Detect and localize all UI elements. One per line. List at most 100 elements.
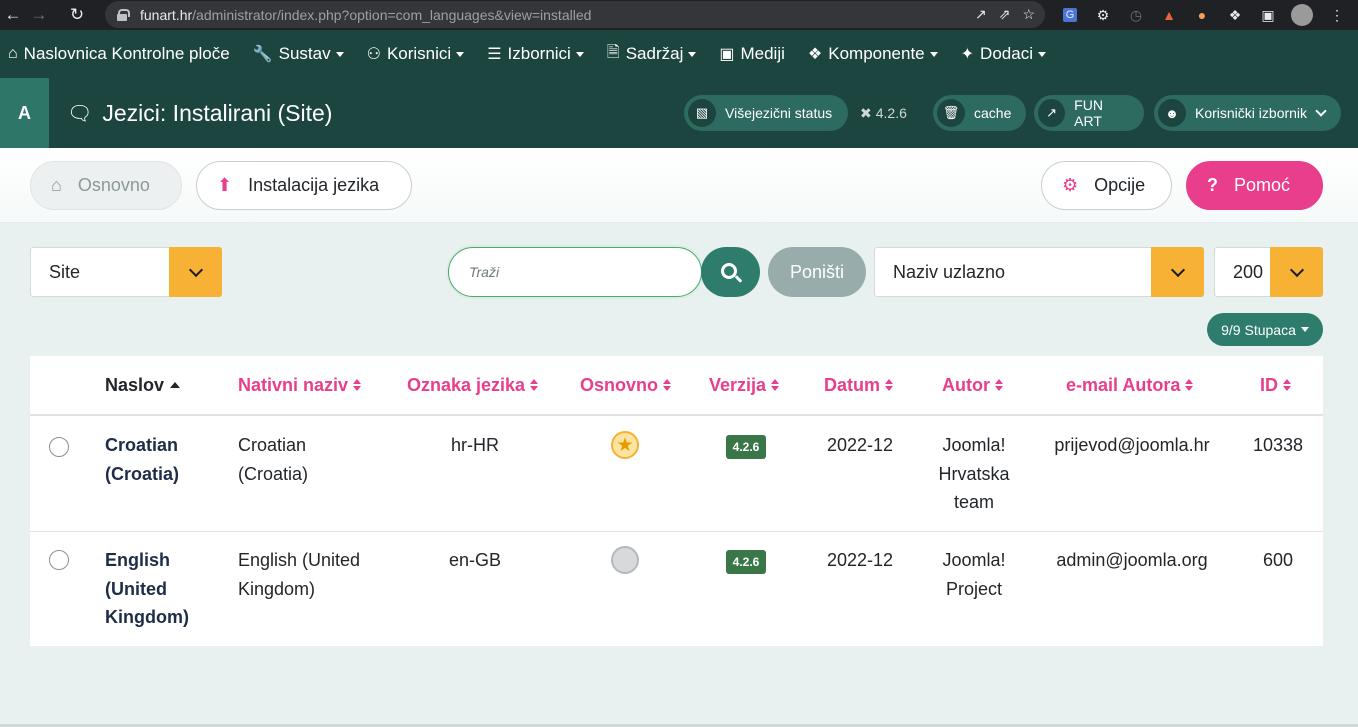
view-site-button[interactable]: ↗ FUN ART xyxy=(1034,95,1144,131)
table-row: English (United Kingdom) English (United… xyxy=(30,532,1323,646)
date-value: 2022-12 xyxy=(826,435,894,455)
search-icon xyxy=(721,262,737,279)
table-header: Naslov Nativni naziv Oznaka jezika Osnov… xyxy=(30,356,1323,416)
col-osnovno[interactable]: Osnovno xyxy=(580,356,672,414)
back-icon[interactable]: ← xyxy=(0,0,26,30)
reload-icon[interactable]: ↻ xyxy=(64,0,90,30)
settings-extension-icon[interactable]: ⚙ xyxy=(1091,3,1115,27)
help-button[interactable]: ? Pomoć xyxy=(1186,161,1323,210)
reset-button[interactable]: Poništi xyxy=(768,247,866,297)
sort-icon xyxy=(1185,379,1194,391)
menu-system[interactable]: 🔧 Sustav xyxy=(253,44,344,64)
caret-down-icon xyxy=(456,51,465,57)
col-oznaka-jezika[interactable]: Oznaka jezika xyxy=(407,356,539,414)
limit-select[interactable]: 200 xyxy=(1214,247,1323,297)
lock-icon xyxy=(117,8,130,21)
forward-icon[interactable]: → xyxy=(26,0,52,30)
puzzle-extensions-icon[interactable]: ❖ xyxy=(1223,3,1247,27)
browser-toolbar: ← → ↻ funart.hr/administrator/index.php?… xyxy=(0,0,1358,30)
col-email-autora[interactable]: e-mail Autora xyxy=(1066,356,1194,414)
chevron-down-icon xyxy=(1170,262,1185,277)
search-button[interactable] xyxy=(701,247,760,297)
external-link-icon: ↗ xyxy=(1038,99,1066,127)
browser-menu-icon[interactable]: ⋮ xyxy=(1325,3,1349,27)
share-icon[interactable]: ⇗ xyxy=(999,6,1011,23)
caret-down-icon xyxy=(335,51,344,57)
user-icon: ☻ xyxy=(1158,99,1186,127)
extension-icon[interactable]: ▲ xyxy=(1157,3,1181,27)
set-default-circle-icon[interactable] xyxy=(611,546,639,574)
set-default-button[interactable]: ⌂ Osnovno xyxy=(30,161,182,210)
joomla-logo-icon[interactable]: А xyxy=(0,78,49,148)
options-button[interactable]: ⚙ Opcije xyxy=(1041,161,1172,210)
page-header: А 🗨 Jezici: Instalirani (Site) ▧ Višejez… xyxy=(0,78,1358,148)
sort-select[interactable]: Naziv uzlazno xyxy=(874,247,1204,297)
dropdown-toggle[interactable] xyxy=(169,247,222,297)
sort-icon xyxy=(995,379,1004,391)
author-value: Joomla! Project xyxy=(942,550,1006,599)
dropdown-toggle[interactable] xyxy=(1270,247,1323,297)
clear-cache-button[interactable]: 🗑 cache xyxy=(933,95,1026,131)
client-select[interactable]: Site xyxy=(30,247,222,297)
home-icon: ⌂ xyxy=(51,175,62,195)
chevron-down-icon xyxy=(1289,262,1304,277)
address-bar[interactable]: funart.hr/administrator/index.php?option… xyxy=(105,1,1045,28)
language-icon: ▧ xyxy=(688,99,716,127)
search-field[interactable] xyxy=(448,247,702,297)
main-menu: ⌂ Naslovnica Kontrolne ploče 🔧 Sustav ⚇ Kor… xyxy=(0,30,1358,78)
columns-toggle-button[interactable]: 9/9 Stupaca xyxy=(1207,313,1323,346)
menu-dashboard[interactable]: ⌂ Naslovnica Kontrolne ploče xyxy=(8,44,230,64)
sort-icon xyxy=(663,379,672,391)
row-select-radio[interactable] xyxy=(49,550,69,570)
open-in-new-icon[interactable]: ↗ xyxy=(975,6,987,23)
menu-users[interactable]: ⚇ Korisnici xyxy=(367,44,465,64)
menu-extensions[interactable]: ✦ Dodaci xyxy=(961,44,1046,64)
caret-down-icon xyxy=(1300,327,1309,332)
col-datum[interactable]: Datum xyxy=(824,356,894,414)
native-name: English (United Kingdom) xyxy=(238,550,361,599)
col-naslov[interactable]: Naslov xyxy=(105,356,181,414)
col-nativni-naziv[interactable]: Nativni naziv xyxy=(238,356,362,414)
joomla-version: ✖ 4.2.6 xyxy=(860,104,907,122)
search-input[interactable] xyxy=(469,248,689,296)
version-badge: 4.2.6 xyxy=(726,435,766,459)
native-name: Croatian (Croatia) xyxy=(238,435,309,484)
translate-extension-icon[interactable]: G xyxy=(1058,3,1082,27)
multilang-status-button[interactable]: ▧ Višejezični status xyxy=(684,95,848,131)
timer-extension-icon[interactable]: ◷ xyxy=(1124,3,1148,27)
upload-icon: ⬆ xyxy=(217,175,233,195)
sort-icon xyxy=(1283,379,1292,391)
menu-content[interactable]: 🗎 Sadržaj xyxy=(607,41,697,68)
dropdown-toggle[interactable] xyxy=(1151,247,1204,297)
users-icon: ⚇ xyxy=(366,46,381,63)
trash-icon: 🗑 xyxy=(937,99,965,127)
chevron-down-icon xyxy=(1315,105,1327,117)
languages-table: Naslov Nativni naziv Oznaka jezika Osnov… xyxy=(30,356,1323,646)
sort-icon xyxy=(530,379,539,391)
file-icon: 🗎 xyxy=(606,43,620,61)
question-icon: ? xyxy=(1207,175,1218,195)
caret-down-icon xyxy=(688,51,697,57)
default-star-icon: ★ xyxy=(611,431,639,459)
page-title: 🗨 Jezici: Instalirani (Site) xyxy=(67,99,333,126)
sort-icon xyxy=(353,379,362,391)
url-path: /administrator/index.php?option=com_lang… xyxy=(192,6,592,23)
menu-components[interactable]: ❖ Komponente xyxy=(808,44,938,64)
col-autor[interactable]: Autor xyxy=(942,356,1004,414)
extension-icon-2[interactable]: ● xyxy=(1190,3,1214,27)
user-menu-button[interactable]: ☻ Korisnički izbornik xyxy=(1154,95,1341,131)
menu-menus[interactable]: ☰ Izbornici xyxy=(487,44,584,64)
bookmark-star-icon[interactable]: ☆ xyxy=(1022,6,1035,23)
id-value: 10338 xyxy=(1252,435,1304,455)
profile-avatar-icon[interactable] xyxy=(1290,3,1314,27)
version-badge: 4.2.6 xyxy=(726,550,766,574)
side-panel-icon[interactable]: ▣ xyxy=(1256,3,1280,27)
row-select-radio[interactable] xyxy=(49,437,69,457)
install-language-button[interactable]: ⬆ Instalacija jezika xyxy=(196,161,412,210)
puzzle-icon: ❖ xyxy=(807,46,823,63)
gear-icon: ⚙ xyxy=(1062,175,1079,195)
cubes-icon: ✦ xyxy=(960,46,975,63)
menu-media[interactable]: ▣ Mediji xyxy=(719,44,785,64)
col-verzija[interactable]: Verzija xyxy=(709,356,780,414)
col-id[interactable]: ID xyxy=(1260,356,1292,414)
